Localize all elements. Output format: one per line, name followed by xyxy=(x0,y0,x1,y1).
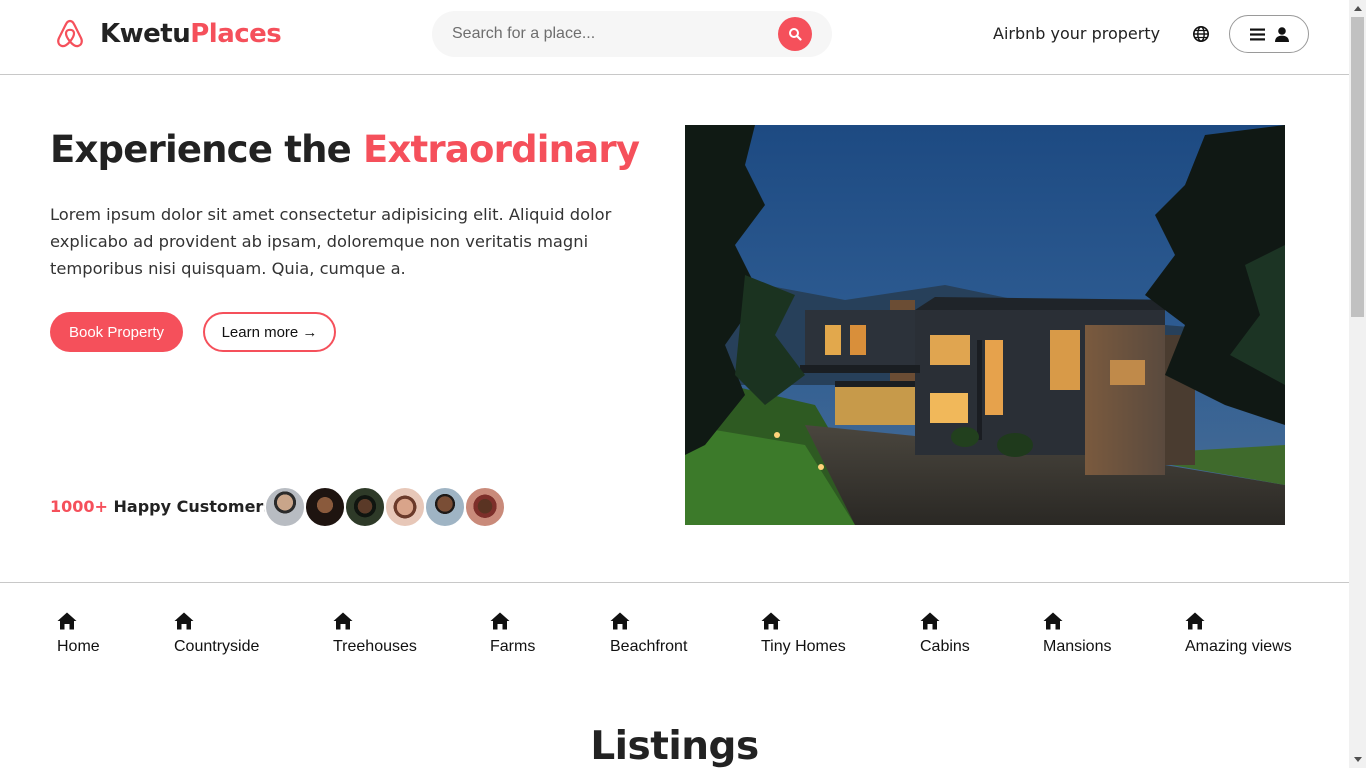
home-icon xyxy=(761,612,781,630)
category-mansions[interactable]: Mansions xyxy=(1043,612,1111,656)
category-treehouses[interactable]: Treehouses xyxy=(333,612,417,656)
scroll-down-arrow-icon[interactable] xyxy=(1349,751,1366,768)
search-button[interactable] xyxy=(778,17,812,51)
book-property-button[interactable]: Book Property xyxy=(50,312,183,352)
hero-description: Lorem ipsum dolor sit amet consectetur a… xyxy=(50,205,612,278)
listings-heading: Listings xyxy=(590,724,759,768)
home-icon xyxy=(57,612,77,630)
category-label: Beachfront xyxy=(610,638,688,655)
avatar xyxy=(464,486,506,528)
category-farms[interactable]: Farms xyxy=(490,612,535,656)
category-label: Farms xyxy=(490,638,536,655)
home-icon xyxy=(1185,612,1205,630)
category-label: Home xyxy=(57,638,100,655)
hamburger-icon xyxy=(1249,28,1265,40)
brand-logo[interactable]: KwetuPlaces xyxy=(54,18,282,50)
site-header: KwetuPlaces Airbnb your property xyxy=(0,0,1349,75)
avatar xyxy=(304,486,346,528)
category-tiny-homes[interactable]: Tiny Homes xyxy=(761,612,846,656)
airbnb-your-property-link[interactable]: Airbnb your property xyxy=(993,24,1160,43)
category-beachfront[interactable]: Beachfront xyxy=(610,612,687,656)
home-icon xyxy=(1043,612,1063,630)
home-icon xyxy=(174,612,194,630)
learn-more-button[interactable]: Learn more → xyxy=(203,312,336,352)
hero-title-primary: Experience the xyxy=(50,128,363,171)
category-amazing-views[interactable]: Amazing views xyxy=(1185,612,1292,656)
home-icon xyxy=(610,612,630,630)
category-label: Tiny Homes xyxy=(761,638,846,655)
search-icon xyxy=(789,28,802,41)
category-label: Amazing views xyxy=(1185,638,1292,655)
category-label: Treehouses xyxy=(333,638,417,655)
globe-icon[interactable] xyxy=(1192,25,1210,43)
category-label: Cabins xyxy=(920,638,970,655)
hero-title-accent: Extraordinary xyxy=(363,128,640,171)
avatar xyxy=(344,486,386,528)
scroll-up-arrow-icon[interactable] xyxy=(1349,0,1366,17)
category-home[interactable]: Home xyxy=(57,612,100,656)
category-label: Countryside xyxy=(174,638,260,655)
home-icon xyxy=(920,612,940,630)
avatar xyxy=(384,486,426,528)
customers-count: 1000+ xyxy=(50,497,108,516)
scrollbar-thumb[interactable] xyxy=(1351,17,1364,317)
category-divider xyxy=(0,582,1349,583)
brand-name: KwetuPlaces xyxy=(100,19,282,49)
category-countryside[interactable]: Countryside xyxy=(174,612,259,656)
customer-avatars xyxy=(264,486,506,528)
avatar xyxy=(264,486,306,528)
hero-property-image xyxy=(685,125,1285,525)
user-menu-button[interactable] xyxy=(1229,15,1309,53)
home-icon xyxy=(490,612,510,630)
page-scrollbar[interactable] xyxy=(1349,0,1366,768)
customers-text: Happy Customers xyxy=(107,497,273,516)
hero-title: Experience the Extraordinary xyxy=(50,128,640,171)
happy-customers-label: 1000+ Happy Customers xyxy=(50,497,273,516)
search-bar xyxy=(432,11,832,57)
airbnb-logo-icon xyxy=(57,19,83,48)
category-cabins[interactable]: Cabins xyxy=(920,612,970,656)
brand-name-primary: Kwetu xyxy=(100,19,191,49)
user-icon xyxy=(1274,26,1289,42)
brand-name-accent: Places xyxy=(190,19,282,49)
home-icon xyxy=(333,612,353,630)
avatar xyxy=(424,486,466,528)
search-input[interactable] xyxy=(452,11,772,57)
category-label: Mansions xyxy=(1043,638,1112,655)
